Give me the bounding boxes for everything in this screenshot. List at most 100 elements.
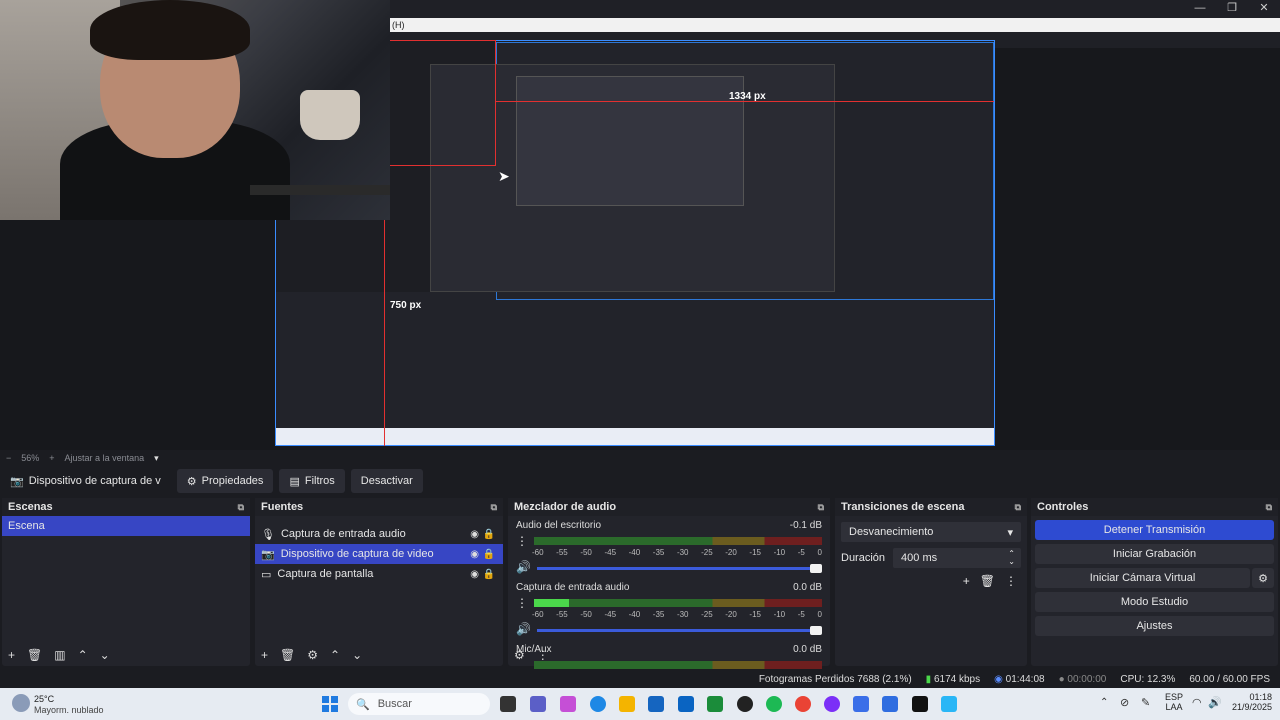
speaker-icon[interactable]: 🔊 [516,622,531,636]
trash-icon[interactable]: 🗑 [280,648,295,662]
gear-icon: ⚙ [186,475,197,488]
scale-tick: -40 [628,610,641,619]
excel-icon[interactable] [707,696,723,712]
tray-chevron-icon[interactable]: ⌃ [1100,697,1108,708]
volume-slider[interactable] [536,625,822,635]
gear-icon[interactable]: ⚙ [1252,568,1274,588]
lock-icon[interactable]: 🔒 [483,549,495,560]
app-icon[interactable] [882,696,898,712]
stepper-icon[interactable]: ⌃ ⌄ [1008,550,1015,566]
rec-time: ● 00:00:00 [1059,674,1107,685]
bitrate-value: 6174 kbps [933,673,981,685]
obs-icon[interactable] [737,696,753,712]
trash-icon[interactable]: 🗑 [27,648,42,662]
gear-icon[interactable]: ⚙ [514,648,525,662]
task-view-icon[interactable] [500,696,516,712]
dock-menu-icon[interactable]: ⧉ [491,502,497,513]
volume-slider[interactable] [536,563,822,573]
scene-item[interactable]: Escena [2,516,250,536]
add-icon[interactable]: + [261,648,268,662]
scale-tick: -15 [749,548,761,557]
kebab-icon[interactable]: ⋮ [516,596,528,610]
copilot-icon[interactable] [560,696,576,712]
volume-icon[interactable]: 🔊 [1208,696,1222,709]
epic-games-icon[interactable] [912,696,928,712]
language-indicator[interactable]: ESP LAA [1165,692,1183,712]
dock-menu-icon[interactable]: ⧉ [1015,502,1021,513]
filters-button[interactable]: ▤ Filtros [279,469,345,493]
speaker-icon[interactable]: 🔊 [516,560,531,574]
arrow-down-icon[interactable]: ⌄ [100,648,110,662]
mixer-channel: Audio del escritorio -0.1 dB ⋮ -60 -55 -50-… [508,516,830,574]
start-recording-button[interactable]: Iniciar Grabación [1035,544,1274,564]
duration-value: 400 ms [901,552,938,564]
clock[interactable]: 01:18 21/9/2025 [1226,692,1272,712]
volume-knob[interactable] [810,625,822,635]
volume-knob[interactable] [810,563,822,573]
kebab-icon[interactable]: ⋮ [1005,574,1017,588]
bitrate: ▮ 6174 kbps [926,674,980,685]
scenes-footer: + 🗑 ▥ ⌃ ⌄ [8,648,110,662]
app-icon[interactable] [941,696,957,712]
network-tray-icon[interactable]: ⊘ [1120,696,1129,709]
edge-icon[interactable] [590,696,606,712]
eye-icon[interactable]: ◉ [470,569,479,580]
transition-select[interactable]: Desvanecimiento ▾ [841,522,1021,542]
store-icon[interactable] [648,696,664,712]
add-icon[interactable]: + [8,648,15,662]
minimize-icon[interactable]: — [1184,0,1216,16]
zoom-out-button[interactable]: − [6,453,11,463]
properties-button[interactable]: ⚙ Propiedades [176,469,274,493]
outlook-icon[interactable] [678,696,694,712]
chevron-down-icon[interactable]: ▾ [154,453,159,464]
dock-menu-icon[interactable]: ⧉ [238,502,244,513]
maximize-icon[interactable]: ❐ [1216,0,1248,16]
windows-start-icon[interactable] [322,696,338,712]
search-placeholder: Buscar [377,698,412,710]
kebab-icon[interactable]: ⋮ [537,648,549,662]
taskbar-search[interactable]: 🔍 Buscar [348,693,490,715]
webcam-feed[interactable] [0,0,390,220]
app-icon[interactable] [853,696,869,712]
deactivate-button[interactable]: Desactivar [350,469,423,493]
source-row[interactable]: ▭ Captura de pantalla ◉ 🔒 [255,564,503,584]
settings-button[interactable]: Ajustes [1035,616,1274,636]
arrow-down-icon[interactable]: ⌄ [352,648,362,662]
app-icon[interactable] [824,696,840,712]
kebab-icon[interactable]: ⋮ [516,534,528,548]
start-virtual-cam-button[interactable]: Iniciar Cámara Virtual [1035,568,1250,588]
dock-menu-icon[interactable]: ⧉ [1266,502,1272,513]
teams-icon[interactable] [530,696,546,712]
mic-icon: 🎙 [261,528,275,541]
transition-actions: + 🗑 ⋮ [835,574,1017,588]
studio-mode-button[interactable]: Modo Estudio [1035,592,1274,612]
pen-tray-icon[interactable]: ✎ [1141,696,1150,709]
zoom-in-button[interactable]: + [49,453,54,463]
file-explorer-icon[interactable] [619,696,635,712]
arrow-up-icon[interactable]: ⌃ [78,648,88,662]
cursor-icon: ➤ [498,168,510,184]
add-icon[interactable]: + [963,574,970,588]
eye-icon[interactable]: ◉ [470,529,479,540]
zoom-fit-label[interactable]: Ajustar a la ventana [65,453,145,463]
stop-stream-button[interactable]: Detener Transmisión [1035,520,1274,540]
duration-input[interactable]: 400 ms ⌃ ⌄ [893,548,1021,568]
spotify-icon[interactable] [766,696,782,712]
filter-icon[interactable]: ▥ [54,648,65,662]
weather-temp[interactable]: 25°C [34,694,54,704]
dock-menu-icon[interactable]: ⧉ [818,502,824,513]
lock-icon[interactable]: 🔒 [483,529,495,540]
source-row[interactable]: 🎙 Captura de entrada audio ◉ 🔒 [255,524,503,544]
weather-desc[interactable]: Mayorm. nublado [34,705,104,715]
wifi-icon[interactable]: ◠ [1192,696,1202,709]
lock-icon[interactable]: 🔒 [483,569,495,580]
scale-tick: -30 [676,610,689,619]
close-icon[interactable]: ✕ [1248,0,1280,16]
trash-icon[interactable]: 🗑 [980,574,995,588]
gear-icon[interactable]: ⚙ [307,648,318,662]
chrome-icon[interactable] [795,696,811,712]
arrow-up-icon[interactable]: ⌃ [330,648,340,662]
source-row[interactable]: 📷 Dispositivo de captura de video ◉ 🔒 [255,544,503,564]
weather-icon[interactable] [12,694,30,712]
eye-icon[interactable]: ◉ [470,549,479,560]
